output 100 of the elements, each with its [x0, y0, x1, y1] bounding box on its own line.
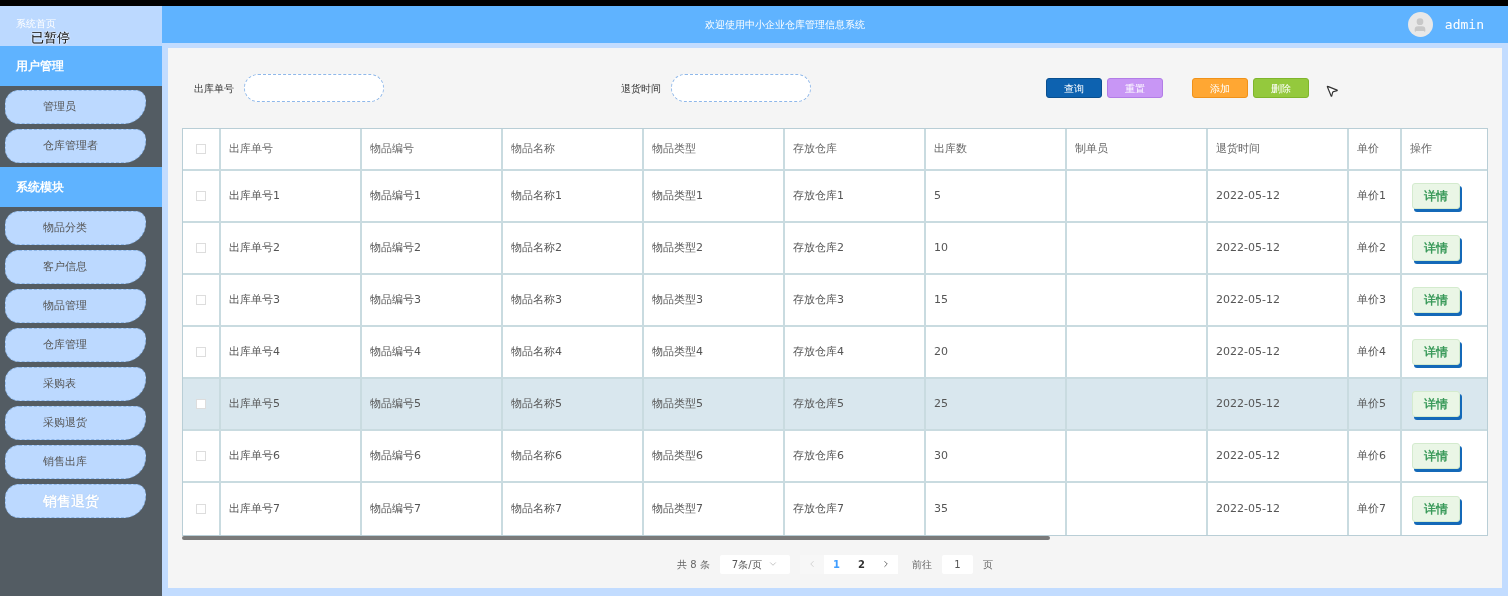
horizontal-scrollbar[interactable] [182, 536, 1050, 540]
table-cell-text: 15 [934, 291, 948, 308]
page-size-select[interactable]: 7条/页 [719, 554, 790, 574]
column-header: 单价 [1357, 140, 1379, 157]
goto-label: 前往 [911, 557, 932, 572]
row-checkbox[interactable] [196, 243, 206, 253]
column-header: 出库数 [934, 140, 967, 157]
filter-label: 退货时间 [621, 81, 661, 96]
total-count: 共 8 条 [677, 557, 710, 572]
table-row[interactable]: 出库单号6 物品编号6 物品名称6 物品类型6 存放仓库6 30 2022-05-12 单价6 详情 [183, 431, 1487, 483]
details-button[interactable]: 详情 [1412, 496, 1460, 522]
menu-item[interactable]: 物品管理 [5, 289, 146, 323]
table-cell-text: 存放仓库1 [793, 187, 844, 204]
table-cell-text: 物品类型7 [652, 500, 703, 517]
details-button[interactable]: 详情 [1412, 287, 1460, 313]
table-cell-text: 存放仓库5 [793, 395, 844, 412]
table-cell-text: 物品编号7 [370, 500, 421, 517]
action-button[interactable]: 查询 [1046, 78, 1102, 98]
column-header: 退货时间 [1216, 140, 1260, 157]
details-button[interactable]: 详情 [1412, 339, 1460, 365]
row-checkbox[interactable] [196, 347, 206, 357]
row-checkbox[interactable] [196, 399, 206, 409]
row-checkbox[interactable] [196, 451, 206, 461]
table-cell-text: 物品类型6 [652, 447, 703, 464]
table-cell-text: 10 [934, 239, 948, 256]
table-cell-text: 存放仓库7 [793, 500, 844, 517]
menu-item[interactable]: 仓库管理 [5, 328, 146, 362]
table-cell-text: 单价2 [1357, 239, 1386, 256]
goto-suffix: 页 [982, 557, 993, 572]
table-cell-text: 5 [934, 187, 941, 204]
menu-item[interactable]: 物品分类 [5, 211, 146, 245]
column-header: 物品类型 [652, 140, 696, 157]
menu-item[interactable]: 采购表 [5, 367, 146, 401]
filter-field[interactable] [671, 74, 811, 102]
filter-field[interactable] [244, 74, 384, 102]
table-cell-text: 物品编号4 [370, 343, 421, 360]
table-cell-text: 存放仓库3 [793, 291, 844, 308]
table-cell-text: 物品编号5 [370, 395, 421, 412]
row-checkbox[interactable] [196, 504, 206, 514]
table-row[interactable]: 出库单号5 物品编号5 物品名称5 物品类型5 存放仓库5 25 2022-05-12 单价5 详情 [183, 379, 1487, 431]
table-cell-text: 单价4 [1357, 343, 1386, 360]
table-cell-text: 物品名称4 [511, 343, 562, 360]
table-cell-text: 出库单号5 [229, 395, 280, 412]
select-all-checkbox[interactable] [196, 144, 206, 154]
table-cell-text: 物品名称2 [511, 239, 562, 256]
table-cell-text: 2022-05-12 [1216, 395, 1280, 412]
table-cell-text: 单价3 [1357, 291, 1386, 308]
table-cell-text: 出库单号6 [229, 447, 280, 464]
table-cell-text: 物品名称6 [511, 447, 562, 464]
details-button[interactable]: 详情 [1412, 391, 1460, 417]
table-cell-text: 物品编号3 [370, 291, 421, 308]
menu-item[interactable]: 销售出库 [5, 445, 146, 479]
avatar-icon[interactable] [1407, 12, 1433, 37]
table-cell-text: 物品类型5 [652, 395, 703, 412]
menu-item[interactable]: 仓库管理者 [5, 129, 146, 163]
table-cell-text: 存放仓库4 [793, 343, 844, 360]
table-cell-text: 存放仓库2 [793, 239, 844, 256]
table-cell-text: 2022-05-12 [1216, 343, 1280, 360]
table-cell-text: 2022-05-12 [1216, 239, 1280, 256]
table-cell-text: 出库单号4 [229, 343, 280, 360]
table-cell-text: 物品编号1 [370, 187, 421, 204]
details-button[interactable]: 详情 [1412, 443, 1460, 469]
table-cell-text: 2022-05-12 [1216, 447, 1280, 464]
column-header: 出库单号 [229, 140, 273, 157]
table-cell-text: 出库单号3 [229, 291, 280, 308]
menu-item[interactable]: 管理员 [5, 90, 146, 124]
column-header: 存放仓库 [793, 140, 837, 157]
table-row[interactable]: 出库单号2 物品编号2 物品名称2 物品类型2 存放仓库2 10 2022-05-12 单价2 详情 [183, 223, 1487, 275]
chevron-down-icon [767, 559, 778, 569]
table-cell-text: 物品编号2 [370, 239, 421, 256]
table-cell-text: 30 [934, 447, 948, 464]
row-checkbox[interactable] [196, 191, 206, 201]
table-cell-text: 出库单号7 [229, 500, 280, 517]
column-header: 物品编号 [370, 140, 414, 157]
table-cell-text: 单价6 [1357, 447, 1386, 464]
goto-page-field[interactable]: 1 [941, 554, 973, 574]
row-checkbox[interactable] [196, 295, 206, 305]
menu-item[interactable]: 客户信息 [5, 250, 146, 284]
table-cell-text: 单价7 [1357, 500, 1386, 517]
table-row[interactable]: 出库单号1 物品编号1 物品名称1 物品类型1 存放仓库1 5 2022-05-12 单价1 详情 [183, 171, 1487, 223]
details-button[interactable]: 详情 [1412, 183, 1460, 209]
table-cell-text: 单价1 [1357, 187, 1386, 204]
table-cell-text: 存放仓库6 [793, 447, 844, 464]
table-cell-text: 单价5 [1357, 395, 1386, 412]
details-button[interactable]: 详情 [1412, 235, 1460, 261]
table-cell-text: 物品名称5 [511, 395, 562, 412]
table-row[interactable]: 出库单号4 物品编号4 物品名称4 物品类型4 存放仓库4 20 2022-05-12 单价4 详情 [183, 327, 1487, 379]
table-cell-text: 物品名称3 [511, 291, 562, 308]
menu-item[interactable]: 采购退货 [5, 406, 146, 440]
page-number[interactable]: 2 [848, 554, 874, 574]
table-cell-text: 物品类型1 [652, 187, 703, 204]
table-cell-text: 物品名称1 [511, 187, 562, 204]
header-title: 欢迎使用中小企业仓库管理信息系统 [703, 18, 866, 32]
column-header: 物品名称 [511, 140, 555, 157]
table-cell-text: 2022-05-12 [1216, 291, 1280, 308]
table-cell-text: 出库单号1 [229, 187, 280, 204]
table-cell-text: 物品类型4 [652, 343, 703, 360]
table-row[interactable]: 出库单号3 物品编号3 物品名称3 物品类型3 存放仓库3 15 2022-05-12 单价3 详情 [183, 275, 1487, 327]
table-cell-text: 2022-05-12 [1216, 500, 1280, 517]
table-cell-text: 2022-05-12 [1216, 187, 1280, 204]
